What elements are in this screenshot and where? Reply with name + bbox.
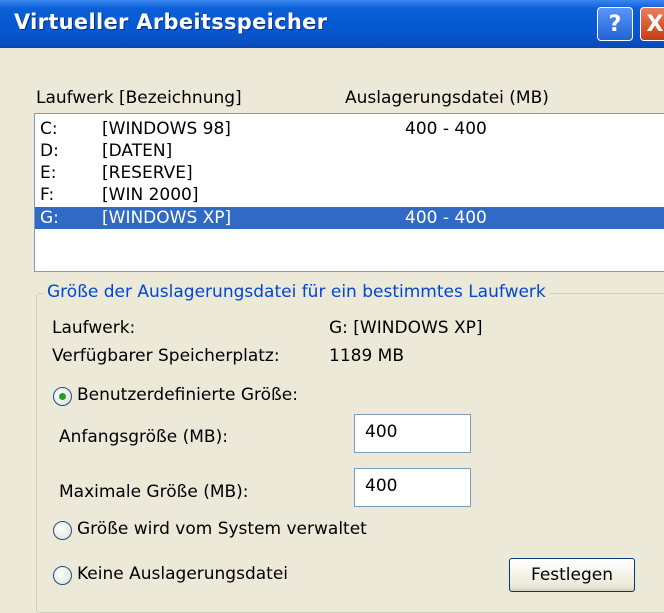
drive-label: [DATEN] <box>102 141 173 161</box>
free-space-label: Verfügbarer Speicherplatz: <box>52 346 280 366</box>
no-pagefile-label[interactable]: Keine Auslagerungsdatei <box>77 564 288 584</box>
help-icon: ? <box>608 11 622 37</box>
custom-size-label[interactable]: Benutzerdefinierte Größe: <box>77 385 298 405</box>
drive-row-c[interactable]: C: [WINDOWS 98] 400 - 400 <box>35 118 664 140</box>
drive-letter: D: <box>40 141 59 161</box>
drive-label: Laufwerk: <box>52 318 136 338</box>
drive-row-f[interactable]: F: [WIN 2000] <box>35 184 664 206</box>
drive-row-e[interactable]: E: [RESERVE] <box>35 162 664 184</box>
drive-label: [WIN 2000] <box>102 185 199 205</box>
drive-list[interactable]: C: [WINDOWS 98] 400 - 400 D: [DATEN] E: … <box>34 113 664 272</box>
drive-label: [WINDOWS 98] <box>102 119 231 139</box>
close-icon: X <box>646 11 664 37</box>
set-button-label: Festlegen <box>530 565 614 585</box>
drive-letter: E: <box>40 163 57 183</box>
drive-letter: C: <box>40 119 58 139</box>
max-size-label: Maximale Größe (MB): <box>59 482 249 502</box>
no-pagefile-radio[interactable] <box>53 566 72 585</box>
radio-selected-icon <box>59 393 66 400</box>
close-button[interactable]: X <box>640 7 664 41</box>
drive-label: [WINDOWS XP] <box>102 208 232 228</box>
title-bar[interactable]: Virtueller Arbeitsspeicher ? X <box>0 0 664 48</box>
initial-size-input[interactable]: 400 <box>354 414 471 453</box>
max-size-value: 400 <box>365 476 398 496</box>
max-size-input[interactable]: 400 <box>354 468 471 507</box>
drive-value: G: [WINDOWS XP] <box>329 318 483 338</box>
free-space-value: 1189 MB <box>329 346 404 366</box>
drive-pagefile-size: 400 - 400 <box>405 119 487 139</box>
drive-letter: F: <box>40 185 55 205</box>
drive-row-g[interactable]: G: [WINDOWS XP] 400 - 400 <box>35 207 664 229</box>
system-managed-radio[interactable] <box>53 521 72 540</box>
group-legend: Größe der Auslagerungsdatei für ein best… <box>44 282 549 302</box>
drive-letter: G: <box>40 208 59 228</box>
set-button[interactable]: Festlegen <box>509 558 635 592</box>
window-title: Virtueller Arbeitsspeicher <box>14 10 328 34</box>
custom-size-radio[interactable] <box>53 387 72 406</box>
drive-label: [RESERVE] <box>102 163 193 183</box>
system-managed-label[interactable]: Größe wird vom System verwaltet <box>77 519 367 539</box>
drive-row-d[interactable]: D: [DATEN] <box>35 140 664 162</box>
column-header-drive: Laufwerk [Bezeichnung] <box>36 88 242 108</box>
initial-size-label: Anfangsgröße (MB): <box>59 427 228 447</box>
initial-size-value: 400 <box>365 422 398 442</box>
column-header-pagefile: Auslagerungsdatei (MB) <box>345 88 549 108</box>
drive-pagefile-size: 400 - 400 <box>405 208 487 228</box>
help-button[interactable]: ? <box>597 7 633 41</box>
